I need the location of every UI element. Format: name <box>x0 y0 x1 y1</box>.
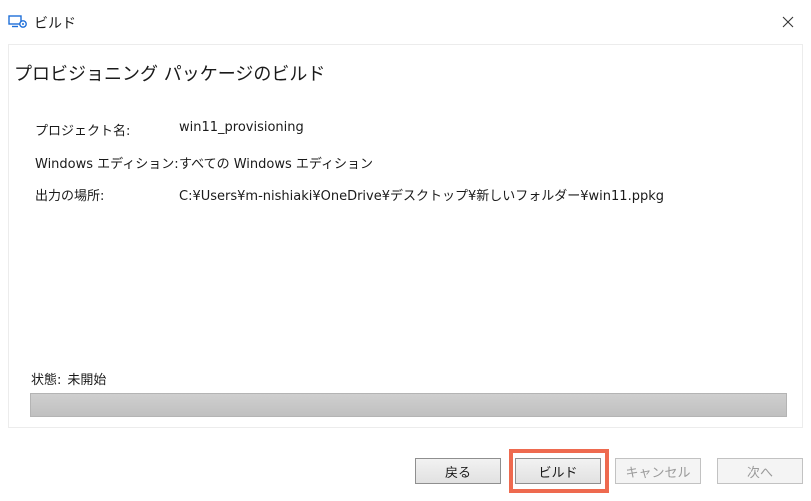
project-name-label: プロジェクト名: <box>35 124 131 139</box>
windows-edition-value: すべての Windows エディション <box>179 157 373 172</box>
status-line: 状態: 未開始 <box>31 369 106 388</box>
next-button[interactable]: 次へ <box>717 458 803 484</box>
page-heading: プロビジョニング パッケージのビルド <box>14 64 326 85</box>
build-progress-bar <box>30 393 787 417</box>
status-value: 未開始 <box>67 373 107 388</box>
back-button[interactable]: 戻る <box>415 458 501 484</box>
close-button[interactable] <box>765 0 811 44</box>
status-label: 状態: <box>31 373 62 388</box>
build-button-highlight <box>509 449 609 493</box>
build-dialog: ビルド プロビジョニング パッケージのビルド プロジェクト名: win11_pr… <box>0 0 811 501</box>
windows-edition-label: Windows エディション: <box>35 157 179 172</box>
project-name-value: win11_provisioning <box>179 120 304 135</box>
output-location-label: 出力の場所: <box>35 189 105 204</box>
close-icon <box>782 16 794 28</box>
window-title: ビルド <box>34 16 76 32</box>
title-bar: ビルド <box>0 0 811 44</box>
cancel-button[interactable]: キャンセル <box>615 458 701 484</box>
provisioning-app-icon <box>8 14 28 30</box>
output-location-value: C:¥Users¥m-nishiaki¥OneDrive¥デスクトップ¥新しいフ… <box>179 189 664 204</box>
content-panel <box>8 44 803 428</box>
